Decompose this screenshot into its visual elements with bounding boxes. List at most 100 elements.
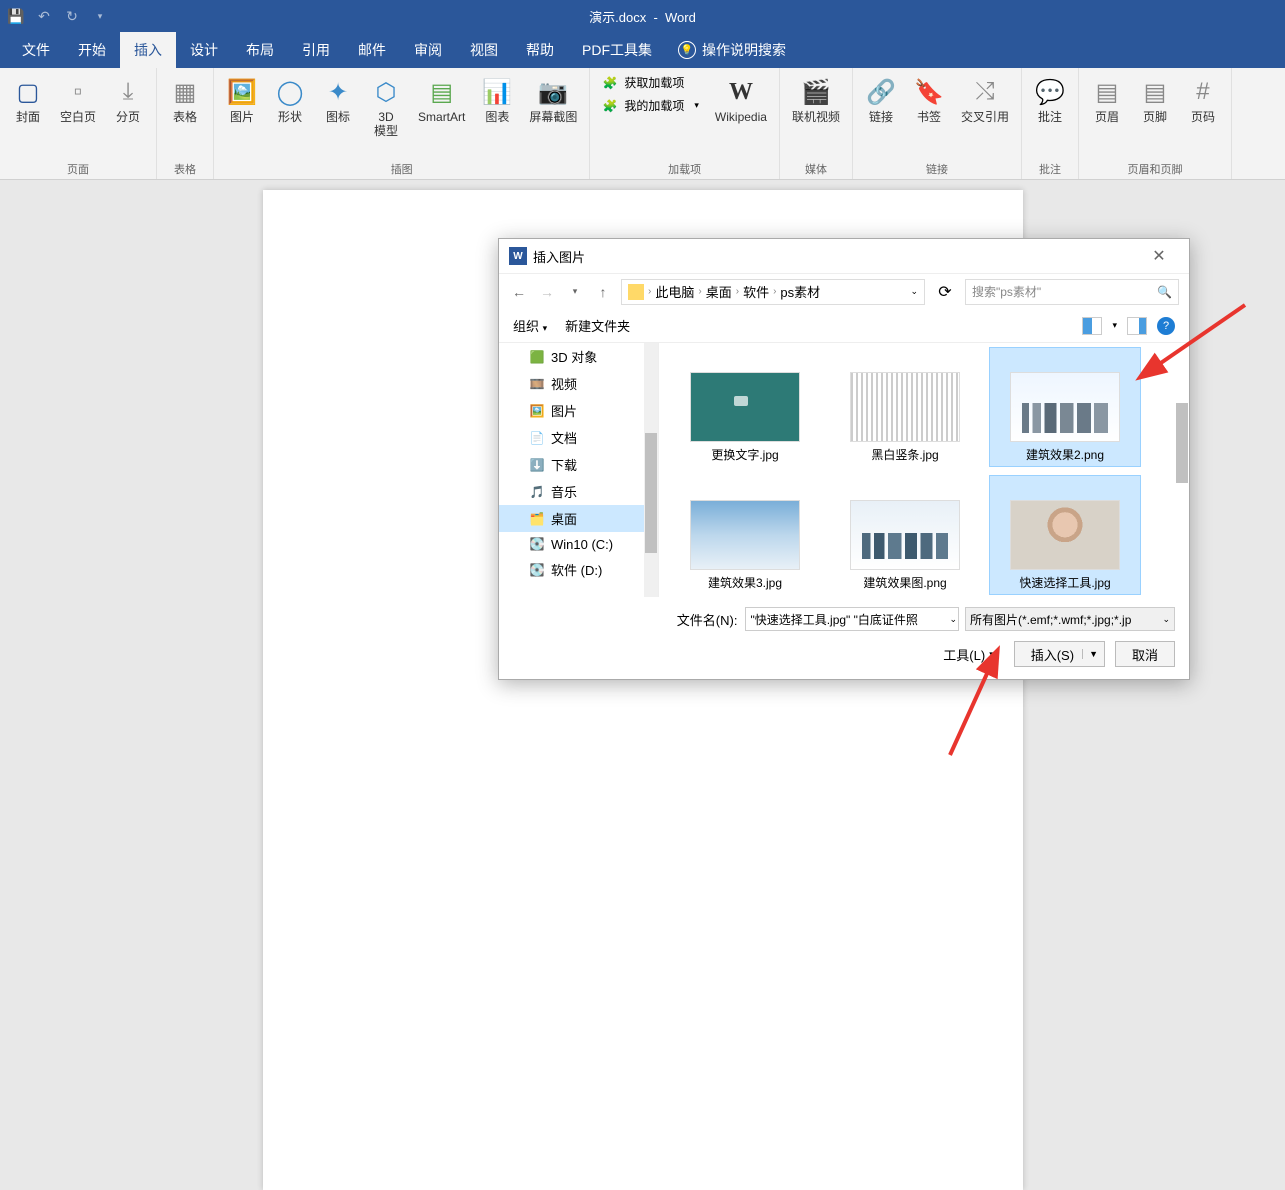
tree-item[interactable]: 🎞️视频 (499, 370, 658, 397)
breadcrumb-item[interactable]: 桌面 (706, 282, 732, 301)
dialog-toolbar: 组织 ▾ 新建文件夹 ▾ ? (499, 309, 1189, 343)
page-break-button[interactable]: ⤓分页 (108, 72, 148, 128)
undo-icon[interactable]: ↶ (36, 8, 52, 24)
breadcrumb-item[interactable]: ps素材 (780, 282, 820, 301)
get-addins-button[interactable]: 🧩获取加载项 (598, 72, 703, 93)
header-icon: ▤ (1091, 76, 1123, 108)
pictures-button[interactable]: 🖼️图片 (222, 72, 262, 128)
tree-item[interactable]: 💽软件 (D:) (499, 556, 658, 583)
tree-item[interactable]: 🖼️图片 (499, 397, 658, 424)
word-icon: W (509, 247, 527, 265)
tools-button[interactable]: 工具(L)▾ (943, 645, 993, 664)
folder-icon: 🗂️ (529, 511, 545, 527)
forward-button[interactable]: → (537, 282, 557, 302)
smartart-button[interactable]: ▤SmartArt (414, 72, 469, 128)
close-button[interactable]: ✕ (1139, 246, 1179, 266)
tree-item[interactable]: 🎵音乐 (499, 478, 658, 505)
tab-design[interactable]: 设计 (176, 32, 232, 68)
tab-layout[interactable]: 布局 (232, 32, 288, 68)
breadcrumb[interactable]: › 此电脑› 桌面› 软件› ps素材 ⌄ (621, 279, 925, 305)
page-break-icon: ⤓ (112, 76, 144, 108)
tree-item[interactable]: 🗂️桌面 (499, 505, 658, 532)
insert-picture-dialog: W 插入图片 ✕ ← → ▾ ↑ › 此电脑› 桌面› 软件› ps素材 ⌄ ⟳… (498, 238, 1190, 680)
link-button[interactable]: 🔗链接 (861, 72, 901, 128)
file-item[interactable]: 建筑效果3.jpg (669, 475, 821, 595)
comment-button[interactable]: 💬批注 (1030, 72, 1070, 128)
file-item[interactable]: 建筑效果图.png (829, 475, 981, 595)
search-input[interactable]: 搜索"ps素材" 🔍 (965, 279, 1179, 305)
tab-references[interactable]: 引用 (288, 32, 344, 68)
tree-item-label: 3D 对象 (551, 347, 597, 366)
tab-help[interactable]: 帮助 (512, 32, 568, 68)
preview-pane-button[interactable] (1127, 317, 1147, 335)
refresh-button[interactable]: ⟳ (933, 282, 957, 302)
shapes-button[interactable]: ◯形状 (270, 72, 310, 128)
file-item[interactable]: 建筑效果2.png (989, 347, 1141, 467)
table-button[interactable]: ▦表格 (165, 72, 205, 128)
ribbon-group-addins: 🧩获取加载项 🧩我的加载项▾ WWikipedia 加载项 (590, 68, 780, 179)
tree-item[interactable]: ⬇️下载 (499, 451, 658, 478)
insert-button[interactable]: 插入(S)▼ (1014, 641, 1105, 667)
filename-input[interactable] (745, 607, 959, 631)
cancel-button[interactable]: 取消 (1115, 641, 1175, 667)
file-name-label: 快速选择工具.jpg (1019, 576, 1110, 590)
filetype-select[interactable]: 所有图片(*.emf;*.wmf;*.jpg;*.jp⌄ (965, 607, 1175, 631)
blank-page-button[interactable]: ▫空白页 (56, 72, 100, 128)
pagenum-button[interactable]: #页码 (1183, 72, 1223, 128)
dialog-nav: ← → ▾ ↑ › 此电脑› 桌面› 软件› ps素材 ⌄ ⟳ 搜索"ps素材"… (499, 273, 1189, 309)
lightbulb-icon: 💡 (678, 41, 696, 59)
back-button[interactable]: ← (509, 282, 529, 302)
up-button[interactable]: ↑ (593, 282, 613, 302)
tab-insert[interactable]: 插入 (120, 32, 176, 68)
insert-dropdown-icon[interactable]: ▼ (1082, 649, 1098, 659)
footer-button[interactable]: ▤页脚 (1135, 72, 1175, 128)
new-folder-button[interactable]: 新建文件夹 (565, 316, 630, 335)
screenshot-button[interactable]: 📷屏幕截图 (525, 72, 581, 128)
file-item[interactable]: 更换文字.jpg (669, 347, 821, 467)
file-thumbnail (1010, 500, 1120, 570)
tab-mailings[interactable]: 邮件 (344, 32, 400, 68)
file-name-label: 建筑效果2.png (1026, 448, 1104, 462)
tab-home[interactable]: 开始 (64, 32, 120, 68)
my-addins-button[interactable]: 🧩我的加载项▾ (598, 95, 703, 116)
tree-item[interactable]: 📄文档 (499, 424, 658, 451)
bookmark-icon: 🔖 (913, 76, 945, 108)
cover-page-button[interactable]: ▢封面 (8, 72, 48, 128)
file-thumbnail (850, 372, 960, 442)
breadcrumb-item[interactable]: 此电脑 (655, 282, 694, 301)
files-scrollbar[interactable] (1175, 343, 1189, 597)
filename-dropdown[interactable]: ⌄ (949, 614, 957, 625)
chart-button[interactable]: 📊图表 (477, 72, 517, 128)
view-button[interactable] (1082, 317, 1102, 335)
view-dropdown[interactable]: ▾ (1112, 320, 1117, 331)
file-item[interactable]: 快速选择工具.jpg (989, 475, 1141, 595)
crossref-button[interactable]: ⤭交叉引用 (957, 72, 1013, 128)
tell-me-search[interactable]: 💡 操作说明搜索 (666, 32, 798, 68)
icons-button[interactable]: ✦图标 (318, 72, 358, 128)
help-button[interactable]: ? (1157, 317, 1175, 335)
tab-pdf[interactable]: PDF工具集 (568, 32, 666, 68)
tree-item-label: 图片 (551, 401, 577, 420)
file-item[interactable]: 黑白竖条.jpg (829, 347, 981, 467)
tab-file[interactable]: 文件 (8, 32, 64, 68)
dialog-title-text: 插入图片 (533, 247, 585, 266)
redo-icon[interactable]: ↻ (64, 8, 80, 24)
qat-customize-icon[interactable]: ▾ (92, 8, 108, 24)
history-dropdown[interactable]: ▾ (565, 282, 585, 302)
tree-item[interactable]: 🟩3D 对象 (499, 343, 658, 370)
save-icon[interactable]: 💾 (8, 8, 24, 24)
title-bar: 💾 ↶ ↻ ▾ 演示.docx - Word (0, 0, 1285, 32)
tree-item-label: Win10 (C:) (551, 537, 613, 552)
video-icon: 🎬 (800, 76, 832, 108)
organize-button[interactable]: 组织 ▾ (513, 316, 547, 335)
3d-models-button[interactable]: ⬡3D 模型 (366, 72, 406, 143)
header-button[interactable]: ▤页眉 (1087, 72, 1127, 128)
tab-review[interactable]: 审阅 (400, 32, 456, 68)
tree-scrollbar[interactable] (644, 343, 658, 597)
tree-item[interactable]: 💽Win10 (C:) (499, 532, 658, 556)
bookmark-button[interactable]: 🔖书签 (909, 72, 949, 128)
tab-view[interactable]: 视图 (456, 32, 512, 68)
wikipedia-button[interactable]: WWikipedia (711, 72, 771, 128)
online-video-button[interactable]: 🎬联机视频 (788, 72, 844, 128)
breadcrumb-item[interactable]: 软件 (743, 282, 769, 301)
